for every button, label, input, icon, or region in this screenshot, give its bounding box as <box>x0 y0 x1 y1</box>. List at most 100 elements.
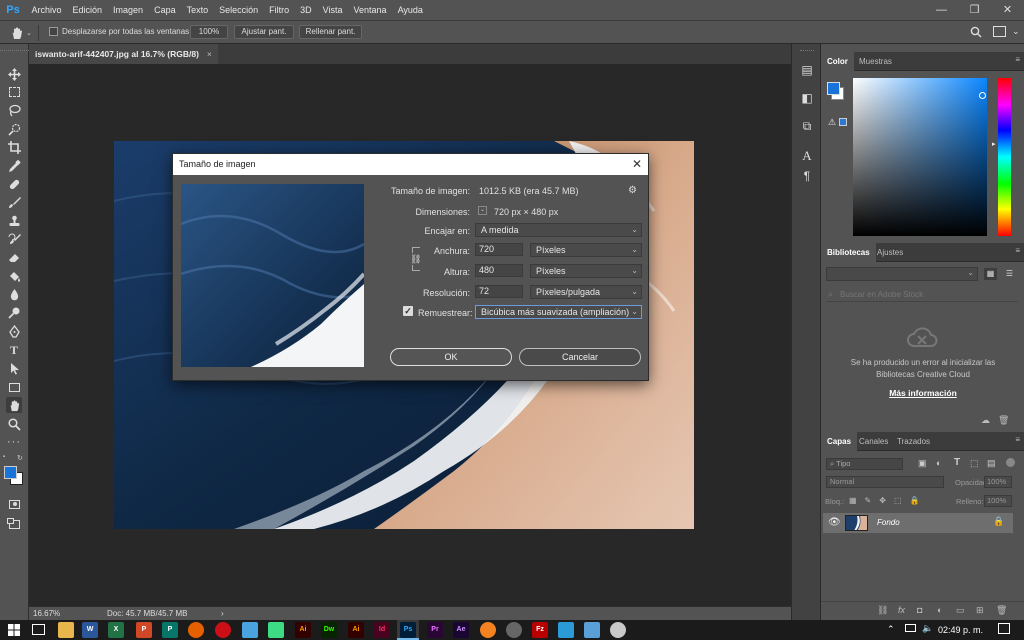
tab-adjustments[interactable]: Ajustes <box>871 243 909 262</box>
paint-bucket-icon[interactable] <box>6 268 22 284</box>
crop-tool-icon[interactable] <box>6 139 22 155</box>
notifications-icon[interactable] <box>998 623 1010 634</box>
properties-panel-icon[interactable]: ◧ <box>799 90 815 106</box>
color-field[interactable] <box>853 78 987 236</box>
width-unit-select[interactable]: Píxeles ⌄ <box>530 243 642 257</box>
hue-slider-handle-icon[interactable]: ▸ <box>992 140 996 148</box>
powerpoint-icon[interactable]: P <box>136 622 152 638</box>
dock-grip[interactable] <box>800 50 814 52</box>
cc-sync-icon[interactable]: ☁ <box>981 415 990 426</box>
info-panel-icon[interactable]: ⧉ <box>799 118 815 134</box>
menu-capa[interactable]: Capa <box>149 0 182 20</box>
delete-layer-icon[interactable]: 🗑 <box>996 605 1007 616</box>
dimensions-unit-dropdown[interactable]: ⌄ <box>478 206 487 215</box>
app-cube-icon[interactable] <box>242 622 258 638</box>
filter-smart-icon[interactable]: ▤ <box>987 458 996 469</box>
file-explorer-icon[interactable] <box>58 622 74 638</box>
tab-channels[interactable]: Canales <box>853 432 894 451</box>
network-icon[interactable] <box>905 624 916 632</box>
vlc-icon[interactable] <box>480 622 496 638</box>
layer-row[interactable]: 👁 Fondo 🔒 <box>823 513 1013 533</box>
volume-icon[interactable]: 🔈 <box>922 623 933 634</box>
rectangle-tool-icon[interactable] <box>6 379 22 395</box>
blur-tool-icon[interactable] <box>6 286 22 302</box>
new-group-icon[interactable]: ▭ <box>956 605 965 616</box>
fill-input[interactable]: 100% <box>984 495 1012 507</box>
brush-tool-icon[interactable] <box>6 194 22 210</box>
dreamweaver-icon[interactable]: Dw <box>321 622 337 638</box>
filter-type-icon[interactable]: T <box>954 457 960 468</box>
history-panel-icon[interactable]: ▤ <box>799 62 815 78</box>
quick-mask-icon[interactable] <box>6 496 22 512</box>
move-tool-icon[interactable] <box>6 66 22 82</box>
tab-swatches[interactable]: Muestras <box>853 52 898 71</box>
resample-select[interactable]: Bicúbica más suavizada (ampliación) ⌄ <box>475 305 642 319</box>
adjustment-layer-icon[interactable]: ◐ <box>937 605 942 615</box>
app-window-icon[interactable] <box>584 622 600 638</box>
android-icon[interactable] <box>268 622 284 638</box>
filter-shape-icon[interactable]: ⬚ <box>970 458 979 469</box>
height-unit-select[interactable]: Píxeles ⌄ <box>530 264 642 278</box>
fx-icon[interactable]: fx <box>898 605 905 615</box>
filter-pixel-icon[interactable]: ▣ <box>918 458 927 469</box>
paragraph-panel-icon[interactable]: ¶ <box>799 168 815 184</box>
lasso-tool-icon[interactable] <box>6 102 22 118</box>
layer-filter-select[interactable]: ⌕ Tipo <box>826 458 903 470</box>
word-icon[interactable]: W <box>82 622 98 638</box>
grid-view-icon[interactable]: ▦ <box>984 268 997 280</box>
panel-menu-icon[interactable]: ≡ <box>1015 435 1020 444</box>
healing-brush-icon[interactable] <box>6 176 22 192</box>
quick-select-icon[interactable] <box>6 121 22 137</box>
task-view-icon[interactable] <box>32 624 45 635</box>
swap-colors-icon[interactable]: ↻ <box>17 454 23 462</box>
dodge-tool-icon[interactable] <box>6 304 22 320</box>
fg-color-chip[interactable] <box>827 82 840 95</box>
resolution-unit-select[interactable]: Píxeles/pulgada ⌄ <box>530 285 642 299</box>
illustrator-icon[interactable]: Ai <box>348 622 364 638</box>
list-view-icon[interactable]: ☰ <box>1003 268 1016 280</box>
tab-layers[interactable]: Capas <box>821 432 858 451</box>
ok-button[interactable]: OK <box>390 348 512 366</box>
websafe-color-chip[interactable] <box>839 118 847 126</box>
path-select-icon[interactable] <box>6 360 22 376</box>
new-layer-icon[interactable]: ⊞ <box>976 605 984 616</box>
premiere-icon[interactable]: Pr <box>427 622 443 638</box>
resolution-input[interactable]: 72 <box>475 285 523 298</box>
eye-icon[interactable]: 👁 <box>828 517 841 529</box>
history-brush-icon[interactable] <box>6 231 22 247</box>
filter-toggle[interactable] <box>1006 458 1015 467</box>
scroll-all-checkbox[interactable] <box>49 27 58 36</box>
project-icon[interactable]: P <box>162 622 178 638</box>
zoom-tool-icon[interactable] <box>6 416 22 432</box>
chevron-up-icon[interactable]: ⌃ <box>887 624 895 635</box>
more-tools-icon[interactable]: ··· <box>6 434 22 450</box>
screen-mode-icon[interactable] <box>6 516 22 532</box>
cancel-button[interactable]: Cancelar <box>519 348 641 366</box>
search-icon[interactable] <box>970 26 982 38</box>
app-box-icon[interactable] <box>558 622 574 638</box>
menu-filtro[interactable]: Filtro <box>264 0 295 20</box>
library-select[interactable]: ⌄ <box>826 267 978 281</box>
width-input[interactable]: 720 <box>475 243 523 256</box>
add-mask-icon[interactable]: ◘ <box>917 605 922 615</box>
chevron-down-icon[interactable]: ⌄ <box>1012 26 1020 37</box>
hand-tool-preset[interactable]: ⌄ <box>10 25 36 41</box>
status-menu-arrow[interactable]: › <box>221 607 224 620</box>
excel-icon[interactable]: X <box>108 622 124 638</box>
photoshop-taskbar-icon[interactable]: Ps <box>400 622 416 638</box>
link-icon[interactable]: ⛓ <box>410 253 421 265</box>
after-effects-icon[interactable]: Ae <box>453 622 469 638</box>
zoom-100-button[interactable]: 100% <box>190 25 228 39</box>
tab-libraries[interactable]: Bibliotecas <box>821 243 876 262</box>
opera-icon[interactable] <box>215 622 231 638</box>
panel-menu-icon[interactable]: ≡ <box>1015 246 1020 255</box>
character-panel-icon[interactable]: A <box>799 148 815 164</box>
dialog-title-bar[interactable]: Tamaño de imagen ✕ <box>173 154 648 175</box>
image-preview[interactable] <box>181 184 364 367</box>
library-search-input[interactable] <box>840 288 1010 301</box>
eyedropper-icon[interactable] <box>6 158 22 174</box>
library-search-field[interactable]: ⌕ <box>826 288 1018 302</box>
taskbar-clock[interactable]: 02:49 p. m. <box>938 623 983 637</box>
more-info-link[interactable]: Más información <box>843 388 1003 398</box>
pen-tool-icon[interactable] <box>6 323 22 339</box>
